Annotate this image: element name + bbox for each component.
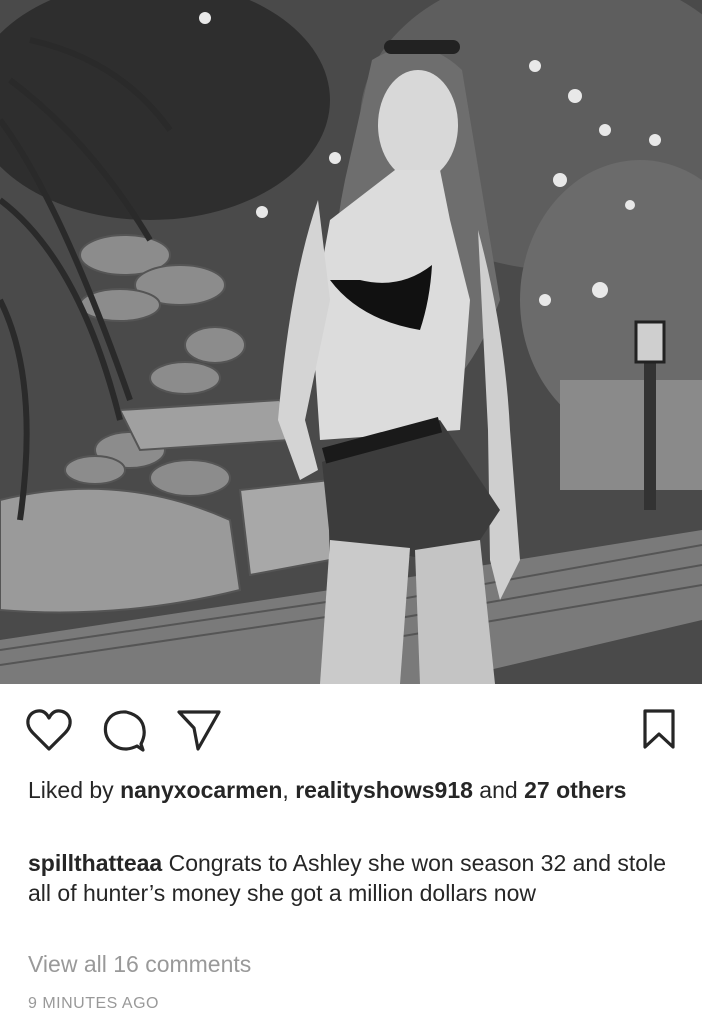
likes-summary: Liked by nanyxocarmen, realityshows918 a… (28, 775, 678, 805)
bookmark-icon[interactable] (642, 708, 676, 750)
likes-prefix: Liked by (28, 777, 121, 803)
liker-username[interactable]: realityshows918 (295, 777, 473, 803)
likes-others-label[interactable]: others (556, 777, 626, 803)
paper-plane-icon[interactable] (176, 708, 222, 752)
likes-and: and (472, 777, 525, 803)
post-timestamp: 9 MINUTES AGO (28, 995, 159, 1012)
post-action-bar (0, 684, 702, 774)
post-photo-illustration (0, 0, 702, 684)
comment-icon[interactable] (101, 708, 147, 754)
post-image[interactable] (0, 0, 702, 684)
view-all-comments-link[interactable]: View all 16 comments (28, 951, 251, 978)
post-caption: spillthatteaa Congrats to Ashley she won… (28, 848, 678, 908)
likes-separator: , (282, 777, 296, 803)
heart-icon[interactable] (25, 708, 73, 752)
likes-others-count[interactable]: 27 (524, 777, 550, 803)
caption-username[interactable]: spillthatteaa (28, 850, 162, 876)
liker-username[interactable]: nanyxocarmen (120, 777, 282, 803)
